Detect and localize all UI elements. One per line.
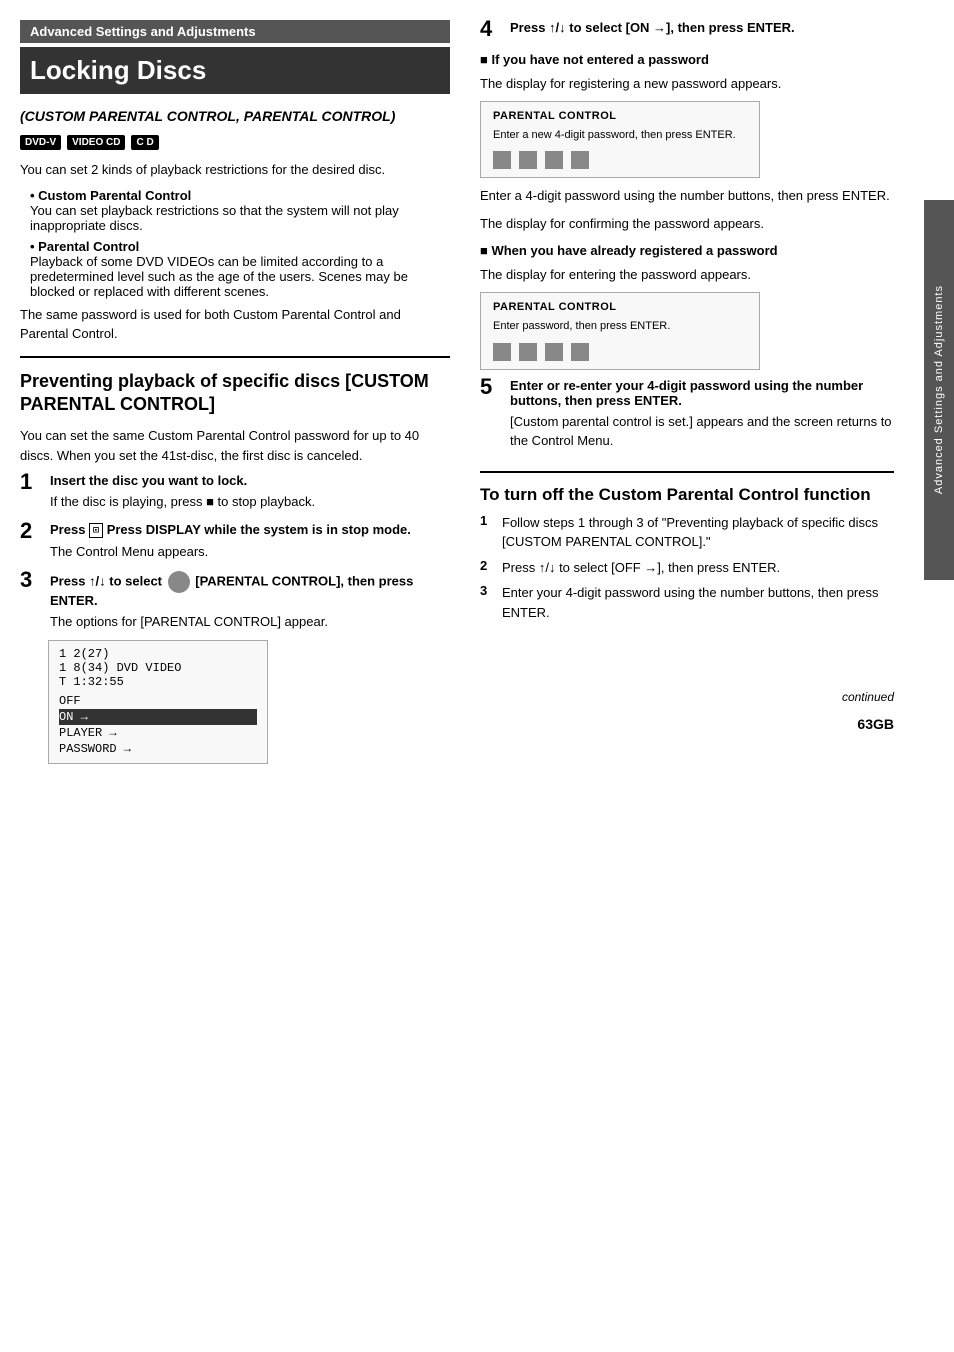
step1-row: 1 Insert the disc you want to lock. If t… [20,473,450,512]
step3-row: 3 Press ↑/↓ to select [PARENTAL CONTROL]… [20,571,450,632]
step2-row: 2 Press ⊡ Press DISPLAY while the system… [20,522,450,562]
menu-time: 1 2(27) 1 8(34) DVD VIDEO T 1:32:55 [59,647,257,689]
bullet-custom: • Custom Parental Control You can set pl… [30,188,450,233]
turnoff-step3: 3 Enter your 4-digit password using the … [480,583,894,622]
side-tab: Advanced Settings and Adjustments [924,200,954,580]
not-entered-title: ■ If you have not entered a password [480,50,894,70]
step5-container: 5 Enter or re-enter your 4-digit passwor… [480,378,894,459]
pb1-sq4 [571,151,589,169]
section-label: Advanced Settings and Adjustments [30,24,256,39]
pb2-title: PARENTAL CONTROL [493,301,747,313]
bullet2-title: • Parental Control [30,239,139,254]
not-entered-desc: The display for registering a new passwo… [480,74,894,94]
pb2-sq2 [519,343,537,361]
pb2-sq3 [545,343,563,361]
disc-badges: DVD-V VIDEO CD C D [20,135,450,150]
step2-content: Press ⊡ Press DISPLAY while the system i… [50,522,450,562]
step2-desc: The Control Menu appears. [50,542,450,562]
step1-num: 1 [20,471,50,493]
main-content: Advanced Settings and Adjustments Lockin… [0,0,954,1352]
side-tab-text: Advanced Settings and Adjustments [933,285,945,494]
intro-para1: You can set 2 kinds of playback restrict… [20,160,450,180]
bullet1-desc: You can set playback restrictions so tha… [30,203,399,233]
turnoff-step1: 1 Follow steps 1 through 3 of "Preventin… [480,513,894,552]
page-container: Advanced Settings and Adjustments Lockin… [0,0,954,1352]
badge-cd: C D [131,135,158,150]
after-box1b: The display for confirming the password … [480,214,894,234]
step4-container: 4 Press ↑/↓ to select [ON →], then press… [480,20,894,40]
step5-desc: [Custom parental control is set.] appear… [510,412,894,451]
prevent-section-title: Preventing playback of specific discs [C… [20,370,450,417]
step1-desc: If the disc is playing, press ■ to stop … [50,492,450,512]
turnoff-step1-num: 1 [480,513,502,528]
pb1-title: PARENTAL CONTROL [493,110,747,122]
menu-box: 1 2(27) 1 8(34) DVD VIDEO T 1:32:55 OFF … [48,640,268,764]
pb1-sq3 [545,151,563,169]
step3-desc: The options for [PARENTAL CONTROL] appea… [50,612,450,632]
pb1-sq1 [493,151,511,169]
pb2-squares [493,343,747,361]
after-box1: Enter a 4-digit password using the numbe… [480,186,894,206]
turnoff-step2-content: Press ↑/↓ to select [OFF →], then press … [502,558,894,578]
turnoff-steps: 1 Follow steps 1 through 3 of "Preventin… [480,513,894,623]
step3-container: 3 Press ↑/↓ to select [PARENTAL CONTROL]… [20,571,450,764]
bullet-parental: • Parental Control Playback of some DVD … [30,239,450,299]
step2-num: 2 [20,520,50,542]
section-header: Advanced Settings and Adjustments [20,20,450,43]
bullet1-title: • Custom Parental Control [30,188,191,203]
menu-item-off: OFF [59,693,257,709]
pb1-text: Enter a new 4-digit password, then press… [493,128,747,143]
display-icon: ⊡ [89,523,103,538]
right-column: 4 Press ↑/↓ to select [ON →], then press… [470,20,954,1332]
divider2 [480,471,894,473]
subtitle: (CUSTOM PARENTAL CONTROL, PARENTAL CONTR… [20,106,450,127]
step5-content: Enter or re-enter your 4-digit password … [510,378,894,459]
turnoff-step1-content: Follow steps 1 through 3 of "Preventing … [502,513,894,552]
step5-num: 5 [480,376,510,398]
step2-title: Press ⊡ Press DISPLAY while the system i… [50,522,450,538]
badge-dvdv: DVD-V [20,135,61,150]
menu-item-player: PLAYER → [59,725,257,741]
step4-num: 4 [480,18,510,40]
pb2-sq4 [571,343,589,361]
pb2-sq1 [493,343,511,361]
menu-item-password: PASSWORD → [59,741,257,757]
intro-para2: The same password is used for both Custo… [20,305,450,344]
turnoff-step3-content: Enter your 4-digit password using the nu… [502,583,894,622]
turnoff-step2-num: 2 [480,558,502,573]
parental-box-1: PARENTAL CONTROL Enter a new 4-digit pas… [480,101,760,178]
step3-num: 3 [20,569,50,591]
step5-row: 5 Enter or re-enter your 4-digit passwor… [480,378,894,459]
page-number: 63GB [480,714,894,735]
step3-content: Press ↑/↓ to select [PARENTAL CONTROL], … [50,571,450,632]
step5-title: Enter or re-enter your 4-digit password … [510,378,894,408]
left-column: Advanced Settings and Adjustments Lockin… [20,20,470,1332]
step4-content: Press ↑/↓ to select [ON →], then press E… [510,20,894,39]
pb1-sq2 [519,151,537,169]
bullet2-desc: Playback of some DVD VIDEOs can be limit… [30,254,408,299]
step1-title: Insert the disc you want to lock. [50,473,450,488]
parental-box-2: PARENTAL CONTROL Enter password, then pr… [480,292,760,369]
step1-content: Insert the disc you want to lock. If the… [50,473,450,512]
prevent-intro: You can set the same Custom Parental Con… [20,426,450,465]
turnoff-step2: 2 Press ↑/↓ to select [OFF →], then pres… [480,558,894,578]
turnoff-title: To turn off the Custom Parental Control … [480,485,894,505]
step2-container: 2 Press ⊡ Press DISPLAY while the system… [20,522,450,562]
divider [20,356,450,358]
pb2-text: Enter password, then press ENTER. [493,319,747,334]
step3-title: Press ↑/↓ to select [PARENTAL CONTROL], … [50,571,450,608]
step1-container: 1 Insert the disc you want to lock. If t… [20,473,450,512]
menu-item-on: ON → [59,709,257,725]
badge-videocd: VIDEO CD [67,135,125,150]
step4-row: 4 Press ↑/↓ to select [ON →], then press… [480,20,894,40]
page-title: Locking Discs [20,47,450,94]
registered-title: ■ When you have already registered a pas… [480,241,894,261]
registered-desc: The display for entering the password ap… [480,265,894,285]
parental-control-icon [168,571,190,593]
pb1-squares [493,151,747,169]
step4-title: Press ↑/↓ to select [ON →], then press E… [510,20,894,35]
turnoff-step3-num: 3 [480,583,502,598]
continued-label: continued [480,688,894,706]
